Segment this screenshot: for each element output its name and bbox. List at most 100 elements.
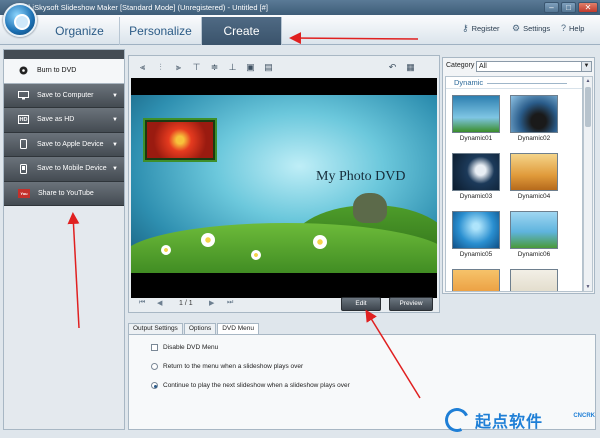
sidebar-item-share-to-youtube[interactable]: You Share to YouTube [4,181,124,206]
flower-decoration [161,245,171,255]
theme-panel: Category All ▼ Dynamic Dynamic01 Dynamic… [442,57,595,294]
distribute-icon[interactable]: ▤ [263,62,274,73]
theme-label: Dynamic03 [459,193,493,200]
watermark-subtext: CNCRK [573,413,595,419]
same-size-icon[interactable]: ▣ [245,62,256,73]
minimize-button[interactable]: – [544,2,559,13]
register-label: Register [471,24,500,33]
align-top-icon[interactable]: ⊤ [191,62,202,73]
last-page-icon[interactable]: ⏭ [227,299,233,307]
next-page-icon[interactable]: ▶ [209,299,214,307]
save-template-icon[interactable]: ▦ [405,62,416,73]
theme-group-header: Dynamic [446,77,582,89]
sidebar-item-save-to-apple-device[interactable]: Save to Apple Device ▼ [4,132,124,157]
theme-thumbnail[interactable] [510,269,558,291]
align-right-icon[interactable]: ⫸ [173,62,184,73]
hd-icon: HD [18,115,29,125]
sidebar-item-label: Burn to DVD [37,67,77,75]
theme-label: Dynamic02 [517,135,551,142]
monitor-icon [18,90,29,100]
theme-thumbnail[interactable] [452,95,500,133]
settings-tabs: Output Settings Options DVD Menu [128,323,260,334]
theme-thumbnail[interactable] [452,211,500,249]
help-icon: ? [561,23,567,33]
gear-icon: ⚙ [512,23,521,33]
photo-frame[interactable] [143,118,217,162]
prev-page-icon[interactable]: ◀ [157,299,162,307]
menu-title-text[interactable]: My Photo DVD [316,169,405,185]
background-ground [131,223,437,273]
first-page-icon[interactable]: ⏮ [139,299,145,307]
sidebar-item-save-to-computer[interactable]: Save to Computer ▼ [4,83,124,108]
preview-button[interactable]: Preview [389,297,433,311]
chevron-down-icon[interactable]: ▼ [112,142,118,148]
theme-thumbnail[interactable] [510,211,558,249]
mobile-icon [18,163,29,174]
key-icon: ⚷ [462,23,469,33]
tab-options[interactable]: Options [183,323,217,334]
align-left-icon[interactable]: ⫷ [137,62,148,73]
flower-decoration [313,235,327,249]
continue-playing-radio[interactable] [151,382,158,389]
align-middle-icon[interactable]: ≑ [209,62,220,73]
theme-thumbnail[interactable] [510,153,558,191]
theme-thumbnail[interactable] [510,95,558,133]
theme-label: Dynamic01 [459,135,493,142]
help-link[interactable]: ? Help [561,23,584,33]
return-to-menu-label: Return to the menu when a slideshow play… [163,363,304,370]
theme-list: Dynamic Dynamic01 Dynamic02 Dynamic03 Dy… [445,76,583,292]
sidebar-item-label: Save to Computer [37,91,94,99]
flower-decoration [251,250,261,260]
scroll-down-icon[interactable]: ▼ [584,283,592,291]
disable-dvd-menu-option[interactable]: Disable DVD Menu [151,344,218,351]
watermark-text: 起点软件 [475,414,544,431]
tab-create[interactable]: Create [202,17,282,45]
edit-button[interactable]: Edit [341,297,381,311]
sidebar-item-burn-to-dvd[interactable]: Burn to DVD [4,59,124,84]
register-link[interactable]: ⚷ Register [462,23,500,34]
disc-icon [18,66,29,75]
sidebar-item-label: Save to Apple Device [37,140,104,148]
tab-personalize[interactable]: Personalize [120,17,202,45]
maximize-button[interactable]: □ [561,2,576,13]
settings-link[interactable]: ⚙ Settings [512,23,550,34]
sidebar-item-save-as-hd[interactable]: HD Save as HD ▼ [4,108,124,133]
undo-icon[interactable]: ↶ [387,62,398,73]
sidebar-item-label: Share to YouTube [38,189,94,197]
menu-preview: My Photo DVD [131,78,437,298]
tab-dvd-menu[interactable]: DVD Menu [217,323,260,334]
return-to-menu-radio[interactable] [151,363,158,370]
theme-label: Dynamic05 [459,251,493,258]
sidebar-item-save-to-mobile-device[interactable]: Save to Mobile Device ▼ [4,157,124,182]
theme-thumbnail[interactable] [452,269,500,291]
category-select[interactable]: All ▼ [476,61,592,72]
dvd-menu-editor: ⫷ ⫶ ⫸ ⊤ ≑ ⊥ ▣ ▤ ↶ ▦ My Photo DVD ⏮ ◀ 1 /… [128,55,440,313]
youtube-icon: You [18,188,30,198]
continue-playing-option[interactable]: Continue to play the next slideshow when… [151,382,350,389]
sidebar-top-bar [4,50,124,59]
close-button[interactable]: ✕ [578,2,598,13]
theme-scrollbar[interactable]: ▲ ▼ [583,76,593,292]
scroll-thumb[interactable] [585,87,591,127]
help-label: Help [569,23,585,33]
disable-dvd-menu-checkbox[interactable] [151,344,158,351]
align-toolbar: ⫷ ⫶ ⫸ ⊤ ≑ ⊥ ▣ ▤ ↶ ▦ [129,56,439,78]
theme-thumbnail[interactable] [452,153,500,191]
flower-decoration [201,233,215,247]
scroll-up-icon[interactable]: ▲ [584,77,592,85]
photo-thumbnail [147,122,213,158]
chevron-down-icon[interactable]: ▼ [112,93,118,99]
align-center-icon[interactable]: ⫶ [155,62,166,73]
align-bottom-icon[interactable]: ⊥ [227,62,238,73]
watermark-logo-icon [441,404,473,436]
chevron-down-icon: ▼ [581,62,591,71]
output-sidebar: Burn to DVD Save to Computer ▼ HD Save a… [3,49,125,430]
return-to-menu-option[interactable]: Return to the menu when a slideshow play… [151,363,303,370]
chevron-down-icon[interactable]: ▼ [112,166,118,172]
site-watermark: 起点软件 CNCRK [441,404,597,436]
app-logo-icon [3,3,37,37]
chevron-down-icon[interactable]: ▼ [112,117,118,123]
window-title: [#] iSkysoft Slideshow Maker [Standard M… [22,3,268,12]
tab-organize[interactable]: Organize [40,17,120,45]
tab-output-settings[interactable]: Output Settings [128,323,183,334]
